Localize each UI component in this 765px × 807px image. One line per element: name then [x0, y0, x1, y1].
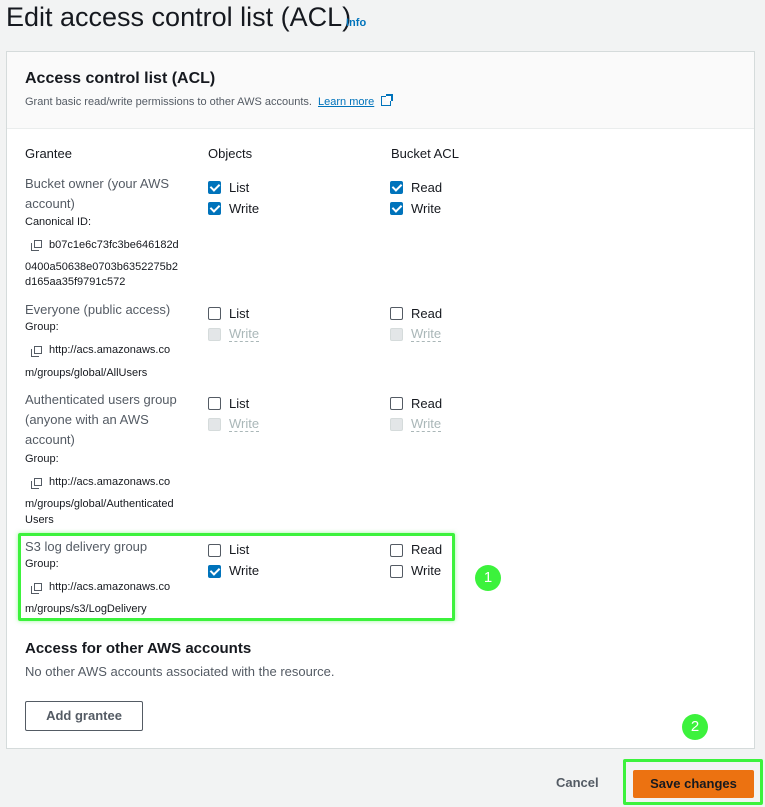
annotation-badge-2: 2 — [682, 714, 708, 740]
panel-header: Access control list (ACL) Grant basic re… — [7, 52, 754, 129]
cancel-button[interactable]: Cancel — [556, 775, 599, 790]
checkbox-acl-write-authenticated — [390, 418, 403, 431]
learn-more-link[interactable]: Learn more — [318, 96, 374, 108]
grantee-name-bucket-owner: Bucket owner (your AWS account) — [25, 176, 170, 211]
checkbox-label: Write — [411, 416, 442, 432]
grantee-id-label: Group: — [25, 321, 59, 333]
checkbox-label: List — [229, 180, 250, 195]
grantee-name-everyone: Everyone (public access) — [25, 302, 171, 317]
save-changes-button[interactable]: Save changes — [633, 770, 754, 798]
grantee-id-label: Group: — [25, 558, 59, 570]
group-uri-line: http://acs.amazonaws.co — [49, 476, 171, 488]
copy-icon[interactable] — [31, 478, 42, 489]
copy-icon[interactable] — [31, 240, 42, 251]
panel-description-text: Grant basic read/write permissions to ot… — [25, 96, 312, 108]
column-header-bucket-acl: Bucket ACL — [391, 146, 459, 161]
checkbox-label: Write — [229, 563, 260, 578]
panel-description: Grant basic read/write permissions to ot… — [25, 94, 394, 108]
group-uri-line: http://acs.amazonaws.co — [49, 581, 171, 593]
other-accounts-description: No other AWS accounts associated with th… — [25, 664, 335, 679]
column-header-grantee: Grantee — [25, 146, 72, 161]
checkbox-objects-write-everyone — [208, 328, 221, 341]
checkbox-label: Write — [229, 326, 260, 342]
checkbox-label: List — [229, 542, 250, 557]
canonical-id-line: 0400a50638e0703b6352275b2 — [25, 261, 178, 273]
add-grantee-button[interactable]: Add grantee — [25, 701, 143, 731]
group-uri-line: m/groups/s3/LogDelivery — [25, 603, 147, 615]
grantee-id-label: Group: — [25, 453, 59, 465]
page-title: Edit access control list (ACL) — [6, 2, 352, 32]
grantee-name-s3-log-delivery: S3 log delivery group — [25, 539, 148, 554]
group-uri-line: Users — [25, 514, 54, 526]
checkbox-label: List — [229, 396, 250, 411]
checkbox-acl-read-authenticated[interactable] — [390, 397, 403, 410]
checkbox-label: Write — [411, 201, 442, 216]
checkbox-acl-write-bucket-owner[interactable] — [390, 202, 403, 215]
checkbox-label: Read — [411, 306, 443, 321]
checkbox-acl-read-everyone[interactable] — [390, 307, 403, 320]
annotation-badge-1: 1 — [475, 565, 501, 591]
checkbox-objects-write-log-delivery[interactable] — [208, 565, 221, 578]
checkbox-label: Write — [229, 416, 260, 432]
checkbox-acl-write-everyone — [390, 328, 403, 341]
checkbox-acl-read-log-delivery[interactable] — [390, 544, 403, 557]
group-uri-line: m/groups/global/Authenticated — [25, 498, 174, 510]
checkbox-label: Write — [411, 326, 442, 342]
checkbox-label: Read — [411, 180, 443, 195]
checkbox-objects-list-authenticated[interactable] — [208, 397, 221, 410]
other-accounts-title: Access for other AWS accounts — [25, 640, 252, 657]
checkbox-label: Write — [229, 201, 260, 216]
checkbox-objects-list-log-delivery[interactable] — [208, 544, 221, 557]
checkbox-objects-write-bucket-owner[interactable] — [208, 202, 221, 215]
grantee-name-authenticated-users: Authenticated users group (anyone with a… — [25, 392, 177, 447]
checkbox-acl-write-log-delivery[interactable] — [390, 565, 403, 578]
checkbox-label: Read — [411, 542, 443, 557]
grantee-id-label: Canonical ID: — [25, 216, 92, 228]
checkbox-objects-write-authenticated — [208, 418, 221, 431]
info-link[interactable]: Info — [346, 17, 366, 29]
panel-title: Access control list (ACL) — [25, 70, 216, 87]
column-header-objects: Objects — [208, 146, 253, 161]
checkbox-label: List — [229, 306, 250, 321]
checkbox-label: Write — [411, 563, 442, 578]
canonical-id-line: b07c1e6c73fc3be646182d — [49, 239, 179, 251]
checkbox-acl-read-bucket-owner[interactable] — [390, 181, 403, 194]
external-link-icon[interactable] — [381, 94, 394, 106]
checkbox-label: Read — [411, 396, 443, 411]
annotation-highlight-save: Save changes — [623, 759, 763, 805]
group-uri-line: m/groups/global/AllUsers — [25, 367, 148, 379]
copy-icon[interactable] — [31, 583, 42, 594]
canonical-id-line: d165aa35f9791c572 — [25, 276, 126, 288]
checkbox-objects-list-bucket-owner[interactable] — [208, 181, 221, 194]
checkbox-objects-list-everyone[interactable] — [208, 307, 221, 320]
copy-icon[interactable] — [31, 346, 42, 357]
group-uri-line: http://acs.amazonaws.co — [49, 344, 171, 356]
